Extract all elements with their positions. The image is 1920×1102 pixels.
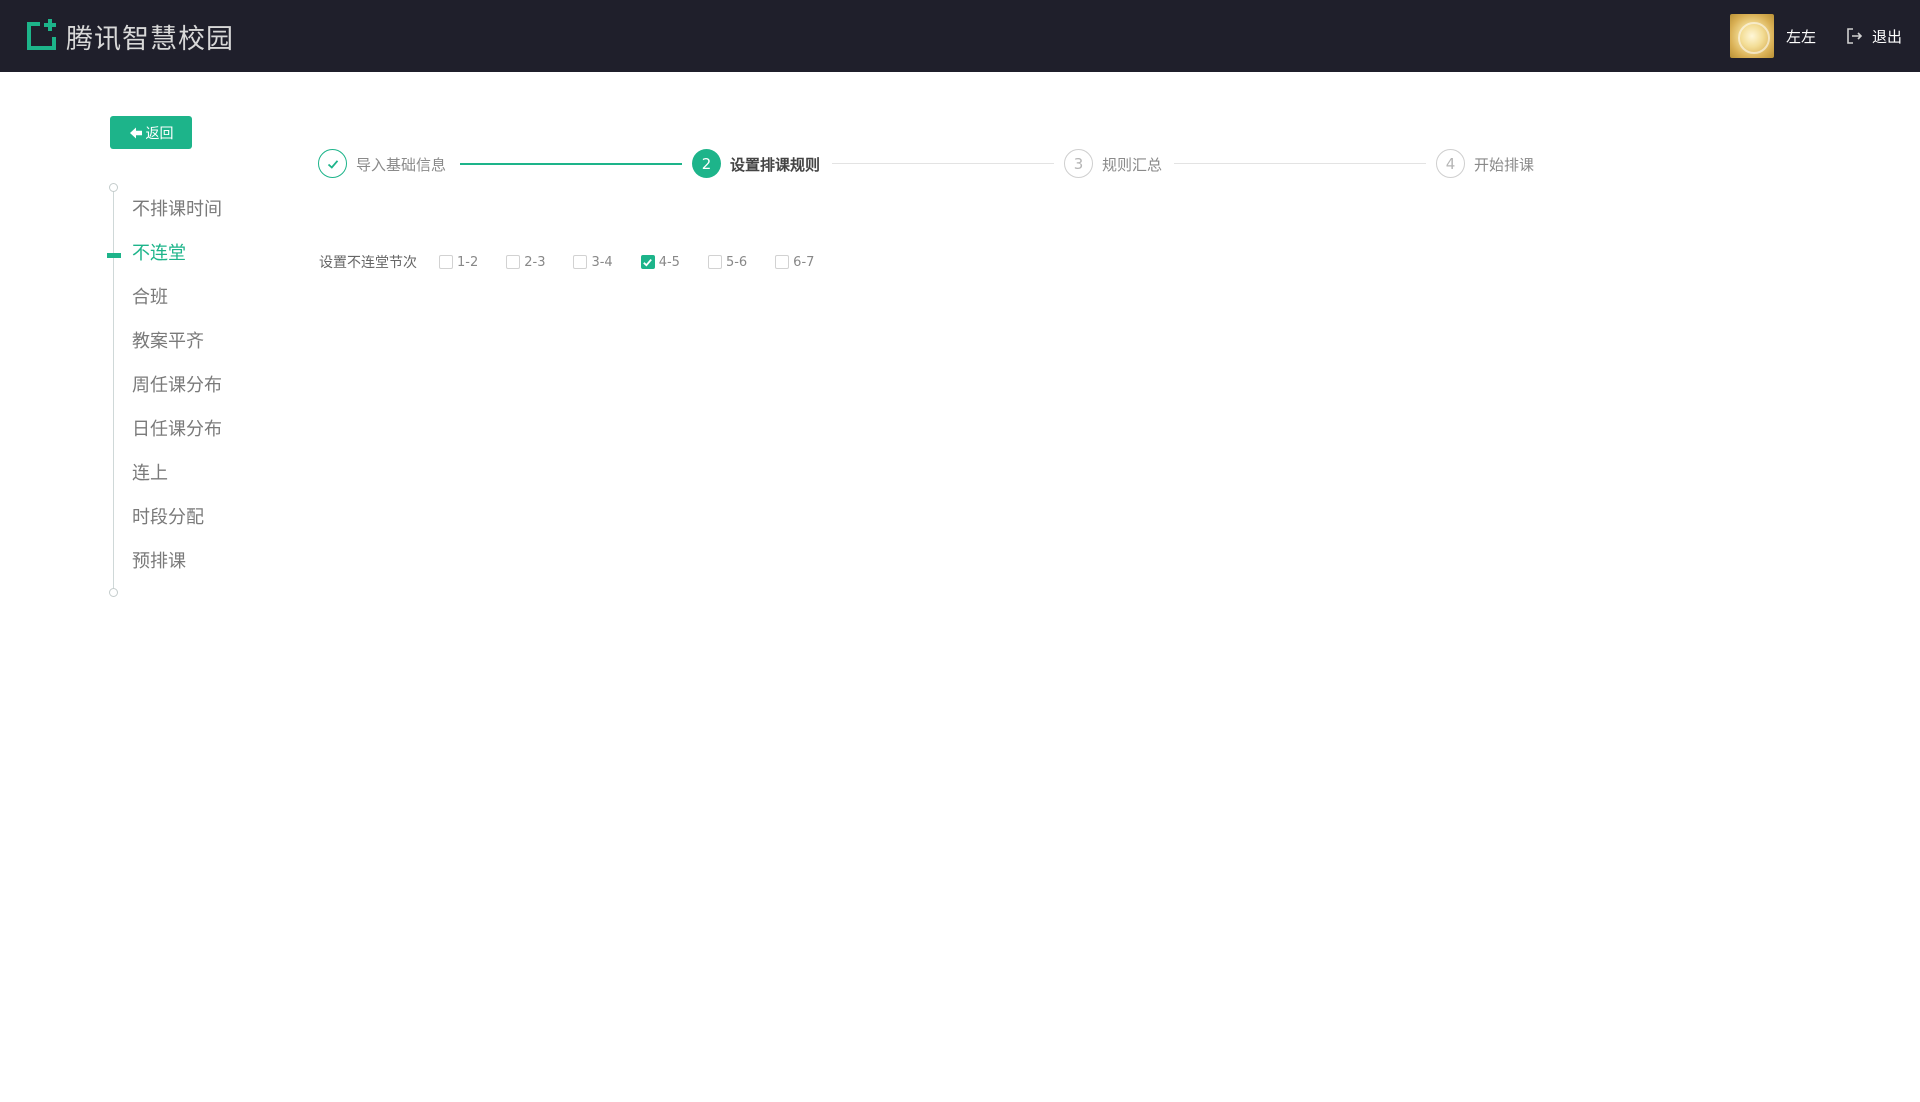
- progress-steps: 导入基础信息 2 设置排课规则 3 规则汇总 4 开始排课: [318, 148, 1548, 180]
- step-1-connector: [460, 163, 682, 165]
- checkbox-label: 1-2: [457, 254, 479, 270]
- step-1-circle: [318, 149, 347, 178]
- period-option-3-4[interactable]: 3-4: [573, 254, 613, 270]
- checkbox[interactable]: [439, 255, 453, 269]
- checkbox-checked[interactable]: [640, 255, 655, 269]
- checkbox-label: 5-6: [725, 254, 748, 270]
- checkbox-label: 3-4: [591, 254, 613, 270]
- sidebar-item-no-consecutive[interactable]: 不连堂: [132, 241, 186, 267]
- sidebar-item-lesson-plan-align[interactable]: 教案平齐: [132, 329, 204, 355]
- checkbox-label: 4-5: [658, 254, 680, 270]
- sidebar-item-period-allocation[interactable]: 时段分配: [132, 505, 204, 531]
- period-option-1-2[interactable]: 1-2: [439, 255, 478, 270]
- step-1-label: 导入基础信息: [356, 156, 447, 174]
- rule-label: 设置不连堂节次: [319, 255, 417, 271]
- step-3-connector: [1174, 163, 1426, 164]
- checkbox[interactable]: [573, 255, 588, 269]
- step-4-label: 开始排课: [1474, 156, 1535, 174]
- back-button-label: 返回: [145, 125, 174, 142]
- sidebar-item-daily-distribution[interactable]: 日任课分布: [132, 417, 222, 443]
- step-4-circle: 4: [1436, 149, 1465, 178]
- checkbox-label: 6-7: [793, 254, 815, 270]
- logout-button[interactable]: 退出: [1846, 26, 1902, 47]
- step-2-label: 设置排课规则: [730, 156, 821, 174]
- logout-label: 退出: [1871, 27, 1902, 46]
- sidebar-item-merge-class[interactable]: 合班: [132, 285, 168, 311]
- step-2-circle: 2: [692, 149, 721, 178]
- period-option-5-6[interactable]: 5-6: [707, 254, 748, 270]
- brand-name: 腾讯智慧校园: [66, 23, 234, 55]
- sidebar-item-pre-schedule[interactable]: 预排课: [132, 549, 186, 575]
- checkbox[interactable]: [707, 255, 722, 269]
- user-area: 左左 退出: [1729, 13, 1902, 59]
- sidebar-rail: [113, 189, 114, 593]
- checkbox[interactable]: [506, 255, 521, 269]
- top-header: 腾讯智慧校园 左左 退出: [0, 0, 1920, 72]
- period-option-6-7[interactable]: 6-7: [775, 255, 814, 270]
- period-option-2-3[interactable]: 2-3: [506, 255, 545, 270]
- brand-logo-icon: [24, 17, 62, 55]
- brand-logo[interactable]: 腾讯智慧校园: [24, 12, 234, 60]
- step-2-connector: [832, 163, 1054, 164]
- step-3-circle: 3: [1064, 149, 1093, 178]
- username[interactable]: 左左: [1786, 26, 1816, 47]
- arrow-left-icon: [129, 127, 142, 138]
- sidebar-item-weekly-distribution[interactable]: 周任课分布: [132, 373, 222, 399]
- logout-icon: [1847, 28, 1863, 44]
- check-icon: [643, 258, 653, 266]
- rule-sidebar: 不排课时间 不连堂 合班 教案平齐 周任课分布 日任课分布 连上 时段分配 预排…: [107, 180, 309, 600]
- check-icon: [327, 159, 338, 169]
- sidebar-item-consecutive[interactable]: 连上: [132, 461, 168, 487]
- rail-end-dot: [109, 588, 118, 597]
- step-3-label: 规则汇总: [1102, 156, 1163, 174]
- checkbox[interactable]: [775, 255, 790, 269]
- no-consecutive-rule-row: 设置不连堂节次 1-2 2-3 3-4 4-5 5-6 6-7: [319, 252, 842, 272]
- checkbox-label: 2-3: [524, 254, 546, 270]
- period-option-4-5[interactable]: 4-5: [640, 254, 680, 270]
- back-button[interactable]: 返回: [110, 116, 192, 149]
- sidebar-item-no-schedule-time[interactable]: 不排课时间: [132, 197, 222, 223]
- avatar[interactable]: [1729, 14, 1774, 58]
- active-item-marker: [107, 253, 121, 258]
- rail-start-dot: [109, 183, 118, 192]
